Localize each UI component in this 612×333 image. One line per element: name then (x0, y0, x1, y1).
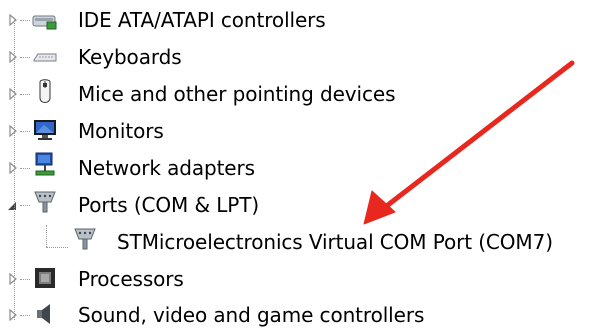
tree-item-label: Keyboards (78, 45, 182, 69)
monitor-icon (32, 118, 58, 142)
tree-item-stmicro-virtual-com-port[interactable]: STMicroelectronics Virtual COM Port (COM… (0, 224, 612, 260)
tree-item-label: IDE ATA/ATAPI controllers (78, 8, 326, 32)
tree-item-mice[interactable]: Mice and other pointing devices (0, 76, 450, 112)
processor-chip-icon (32, 266, 58, 290)
tree-item-ports[interactable]: Ports (COM & LPT) (0, 187, 380, 223)
tree-item-label: Mice and other pointing devices (78, 82, 396, 106)
expand-expanded-icon[interactable] (6, 199, 18, 213)
tree-item-network-adapters[interactable]: Network adapters (0, 150, 380, 186)
tree-item-monitors[interactable]: Monitors (0, 113, 380, 149)
tree-item-processors[interactable]: Processors (0, 261, 380, 297)
expand-collapsed-icon[interactable] (7, 161, 19, 175)
tree-item-sound-video-game[interactable]: Sound, video and game controllers (0, 297, 500, 333)
expand-collapsed-icon[interactable] (7, 50, 19, 64)
tree-item-label: Monitors (78, 119, 164, 143)
tree-item-keyboards[interactable]: Keyboards (0, 39, 380, 75)
tree-item-ide-controllers[interactable]: IDE ATA/ATAPI controllers (0, 2, 380, 38)
expand-collapsed-icon[interactable] (7, 87, 19, 101)
tree-item-label: Ports (COM & LPT) (78, 193, 260, 217)
expand-collapsed-icon[interactable] (7, 13, 19, 27)
keyboard-icon (32, 45, 58, 69)
port-connector-icon (72, 227, 98, 251)
tree-item-label: STMicroelectronics Virtual COM Port (COM… (117, 230, 553, 254)
network-adapter-icon (32, 152, 58, 177)
tree-item-label: Network adapters (78, 156, 255, 180)
mouse-icon (32, 79, 58, 104)
expand-collapsed-icon[interactable] (7, 124, 19, 138)
device-manager-tree: IDE ATA/ATAPI controllers Keyboards Mice… (0, 0, 612, 332)
tree-item-label: Processors (78, 267, 184, 291)
expand-collapsed-icon[interactable] (7, 272, 19, 286)
port-connector-icon (32, 190, 58, 214)
expand-collapsed-icon[interactable] (7, 308, 19, 322)
tree-item-label: Sound, video and game controllers (78, 303, 425, 327)
speaker-icon (32, 302, 58, 326)
ide-controller-icon (32, 8, 58, 32)
